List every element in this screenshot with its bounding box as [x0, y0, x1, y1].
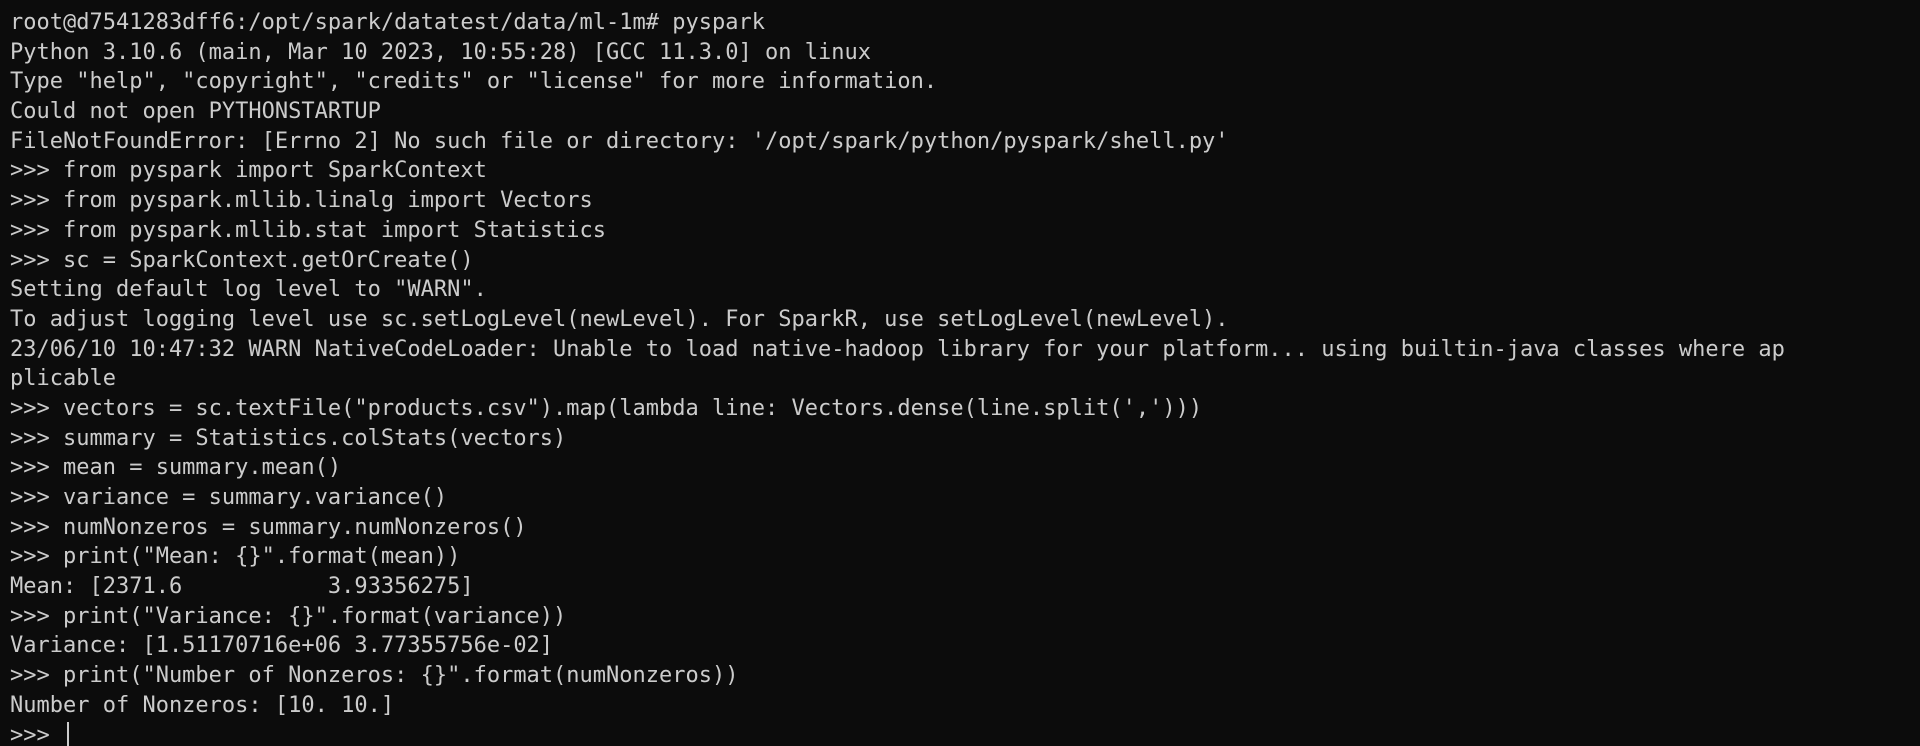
- terminal-output: root@d7541283dff6:/opt/spark/datatest/da…: [10, 8, 1920, 721]
- terminal-window[interactable]: root@d7541283dff6:/opt/spark/datatest/da…: [0, 0, 1920, 746]
- terminal-line: >>> from pyspark.mllib.stat import Stati…: [10, 217, 607, 243]
- terminal-line: root@d7541283dff6:/opt/spark/datatest/da…: [10, 10, 765, 35]
- terminal-line: plicable: [10, 366, 116, 392]
- terminal-line: >>> numNonzeros = summary.numNonzeros(): [10, 514, 527, 540]
- terminal-line: Could not open PYTHONSTARTUP: [10, 99, 381, 125]
- terminal-line: >>> summary = Statistics.colStats(vector…: [10, 425, 567, 451]
- terminal-line: >>> variance = summary.variance(): [10, 485, 448, 510]
- terminal-line: >>> mean = summary.mean(): [10, 455, 342, 481]
- terminal-line: FileNotFoundError: [Errno 2] No such fil…: [10, 128, 1229, 154]
- terminal-line: 23/06/10 10:47:32 WARN NativeCodeLoader:…: [10, 336, 1785, 362]
- terminal-line: >>> sc = SparkContext.getOrCreate(): [10, 247, 474, 273]
- terminal-line: >>> from pyspark import SparkContext: [10, 158, 487, 184]
- terminal-line: To adjust logging level use sc.setLogLev…: [10, 306, 1229, 332]
- text-cursor: [66, 722, 69, 746]
- terminal-line: >>> print("Mean: {}".format(mean)): [10, 544, 461, 570]
- prompt-text: >>>: [10, 722, 63, 746]
- terminal-line: >>> vectors = sc.textFile("products.csv"…: [10, 395, 1203, 421]
- terminal-line: Variance: [1.51170716e+06 3.77355756e-02…: [10, 633, 554, 659]
- terminal-line: >>> print("Number of Nonzeros: {}".forma…: [10, 663, 739, 689]
- terminal-line: Number of Nonzeros: [10. 10.]: [10, 692, 395, 718]
- terminal-line: Setting default log level to "WARN".: [10, 277, 487, 303]
- terminal-line: >>> from pyspark.mllib.linalg import Vec…: [10, 188, 593, 214]
- terminal-input-line[interactable]: >>>: [10, 721, 1920, 746]
- terminal-line: Type "help", "copyright", "credits" or "…: [10, 69, 938, 95]
- terminal-line: >>> print("Variance: {}".format(variance…: [10, 603, 567, 629]
- terminal-line: Mean: [2371.6 3.93356275]: [10, 574, 474, 600]
- terminal-line: Python 3.10.6 (main, Mar 10 2023, 10:55:…: [10, 39, 871, 65]
